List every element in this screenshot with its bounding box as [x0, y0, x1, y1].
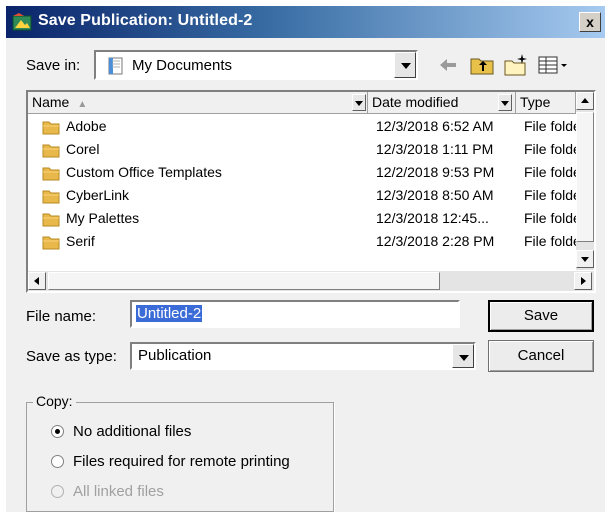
- radio-disabled-icon: [51, 485, 64, 498]
- column-header-date[interactable]: Date modified: [368, 92, 516, 114]
- file-list[interactable]: Name ▲ Date modified Type Adobe 12/3/2018…: [26, 90, 596, 293]
- column-header-type[interactable]: Type: [516, 92, 576, 114]
- row-date: 12/2/2018 9:53 PM: [376, 164, 495, 180]
- radio-label: Files required for remote printing: [73, 453, 290, 470]
- list-item[interactable]: My Palettes 12/3/2018 12:45... File fold…: [28, 208, 576, 231]
- copy-options-group: Copy: No additional files Files required…: [26, 393, 334, 512]
- radio-unchecked-icon[interactable]: [51, 455, 64, 468]
- save-in-dropdown[interactable]: My Documents: [94, 50, 418, 80]
- radio-label: No additional files: [73, 423, 192, 440]
- documents-folder-icon: [108, 57, 123, 75]
- copy-group-legend: Copy:: [33, 393, 76, 409]
- close-button[interactable]: x: [579, 12, 601, 32]
- save-as-type-label: Save as type:: [26, 348, 117, 365]
- save-as-type-value: Publication: [138, 347, 212, 364]
- vertical-scroll-thumb[interactable]: [576, 112, 594, 242]
- save-button[interactable]: Save: [488, 300, 594, 332]
- row-date: 12/3/2018 2:28 PM: [376, 233, 495, 249]
- back-arrow-icon[interactable]: [434, 52, 462, 78]
- list-item[interactable]: CyberLink 12/3/2018 8:50 AM File folde: [28, 185, 576, 208]
- scroll-up-icon[interactable]: [576, 92, 594, 110]
- view-menu-icon[interactable]: [536, 52, 572, 78]
- folder-icon: [42, 167, 60, 181]
- file-name-value: Untitled-2: [136, 305, 203, 322]
- row-type: File folde: [524, 210, 576, 226]
- row-type: File folde: [524, 164, 576, 180]
- row-date: 12/3/2018 6:52 AM: [376, 118, 494, 134]
- sort-up-icon: ▲: [77, 99, 88, 110]
- folder-icon: [42, 213, 60, 227]
- folder-icon: [42, 144, 60, 158]
- publication-icon: [12, 13, 32, 31]
- save-in-label: Save in:: [26, 57, 81, 74]
- row-date: 12/3/2018 1:11 PM: [376, 141, 494, 157]
- row-type: File folde: [524, 118, 576, 134]
- name-filter-chevron-icon[interactable]: [352, 94, 366, 111]
- window-title: Save Publication: Untitled-2: [38, 12, 253, 29]
- row-type: File folde: [524, 141, 576, 157]
- row-date: 12/3/2018 8:50 AM: [376, 187, 494, 203]
- save-as-type-dropdown[interactable]: Publication: [130, 342, 476, 370]
- up-folder-icon[interactable]: [468, 52, 496, 78]
- row-type: File folde: [524, 187, 576, 203]
- row-name: My Palettes: [66, 210, 140, 226]
- list-item[interactable]: Custom Office Templates 12/2/2018 9:53 P…: [28, 162, 576, 185]
- column-date-label: Date modified: [372, 94, 459, 110]
- list-item[interactable]: Serif 12/3/2018 2:28 PM File folde: [28, 231, 576, 254]
- row-date: 12/3/2018 12:45...: [376, 210, 489, 226]
- column-type-label: Type: [520, 94, 551, 110]
- file-name-label: File name:: [26, 308, 97, 325]
- cancel-button[interactable]: Cancel: [488, 340, 594, 372]
- save-in-value: My Documents: [132, 57, 233, 74]
- radio-checked-icon[interactable]: [51, 425, 64, 438]
- row-name: Serif: [66, 233, 95, 249]
- row-name: CyberLink: [66, 187, 130, 203]
- folder-icon: [42, 236, 60, 250]
- new-folder-icon[interactable]: [502, 52, 530, 78]
- save-publication-dialog: Save Publication: Untitled-2 x Save in: …: [6, 6, 605, 512]
- chevron-down-icon[interactable]: [452, 344, 474, 368]
- scroll-down-icon[interactable]: [576, 250, 594, 268]
- scroll-left-icon[interactable]: [28, 272, 46, 290]
- date-filter-chevron-icon[interactable]: [498, 94, 512, 111]
- radio-label: All linked files: [73, 483, 164, 500]
- list-item[interactable]: Corel 12/3/2018 1:11 PM File folde: [28, 139, 576, 162]
- column-name-label: Name: [32, 94, 70, 110]
- file-name-input[interactable]: Untitled-2: [130, 300, 460, 328]
- horizontal-scroll-thumb[interactable]: [48, 272, 440, 290]
- folder-icon: [42, 121, 60, 135]
- scroll-right-icon[interactable]: [574, 272, 592, 290]
- chevron-down-icon[interactable]: [394, 52, 416, 78]
- row-name: Custom Office Templates: [66, 164, 222, 180]
- horizontal-scrollbar[interactable]: [28, 271, 594, 291]
- folder-icon: [42, 190, 60, 204]
- vertical-scrollbar[interactable]: [576, 92, 594, 270]
- row-name: Adobe: [66, 118, 107, 134]
- title-bar[interactable]: Save Publication: Untitled-2 x: [6, 6, 605, 38]
- column-header-name[interactable]: Name ▲: [28, 92, 368, 114]
- list-item[interactable]: Adobe 12/3/2018 6:52 AM File folde: [28, 116, 576, 139]
- row-name: Corel: [66, 141, 100, 157]
- row-type: File folde: [524, 233, 576, 249]
